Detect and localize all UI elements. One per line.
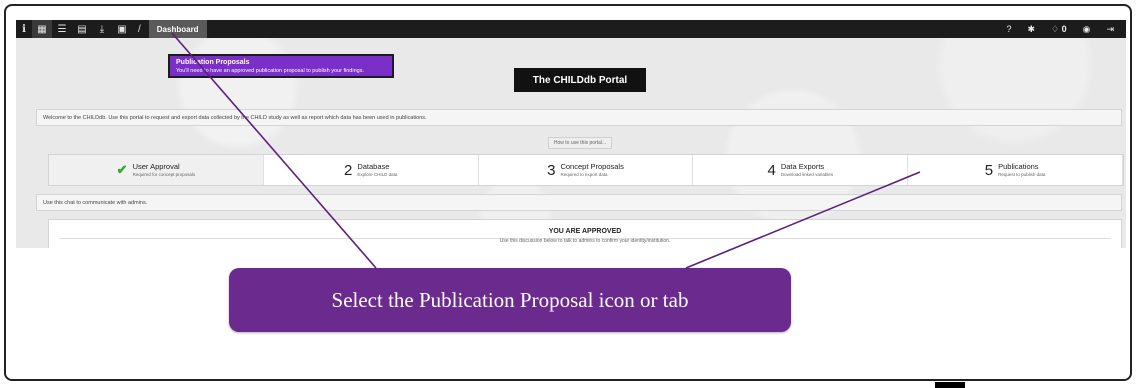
edge-artifact (935, 382, 965, 388)
approval-panel: YOU ARE APPROVED Use this discussion bel… (48, 219, 1122, 248)
info-icon[interactable]: i (16, 20, 32, 38)
step-title: Database (357, 162, 390, 171)
step-number: 4 (767, 161, 776, 179)
welcome-message: Welcome to the CHILDdb. Use this portal … (36, 109, 1122, 126)
step-number: 3 (547, 161, 556, 179)
publication-proposals-tooltip: Publication Proposals You'll need to hav… (168, 54, 394, 78)
step-data-exports[interactable]: 4 Data Exports Download linked variables (693, 155, 909, 185)
user-account-icon[interactable]: ◉ (1077, 24, 1097, 35)
instruction-callout: Select the Publication Proposal icon or … (229, 268, 791, 332)
notifications-bell-icon[interactable]: ♢ 0 (1045, 24, 1073, 35)
step-number: 2 (344, 161, 353, 179)
tooltip-title: Publication Proposals (176, 59, 250, 66)
step-title: Publications (998, 162, 1039, 171)
checkmark-icon: ✔ (116, 162, 128, 177)
notifications-count: 0 (1061, 23, 1067, 34)
step-number: 5 (984, 161, 994, 179)
step-subtitle: Required to export data (560, 172, 608, 177)
step-title: Concept Proposals (560, 162, 624, 171)
bug-icon[interactable]: ✱ (1021, 24, 1041, 35)
portal-app: i ▦ ☰ ▤ ⤓ ▣ / Dashboard ? ✱ ♢ 0 ◉ ⇥ Publ… (16, 20, 1126, 248)
database-icon[interactable]: ☰ (52, 20, 72, 38)
step-publications[interactable]: 5 Publications Request to publish data (908, 155, 1123, 185)
breadcrumb-separator: / (138, 23, 141, 35)
step-title: User Approval (132, 162, 180, 171)
chat-instruction: Use this chat to communicate with admins… (36, 194, 1122, 211)
approval-subtext: Use this discussion below to talk to adm… (499, 238, 671, 244)
portal-title: The CHILDdb Portal (514, 68, 646, 92)
tooltip-text: You'll need to have an approved publicat… (176, 68, 364, 74)
step-subtitle: Required for concept proposals (132, 172, 196, 177)
top-nav-bar: i ▦ ☰ ▤ ⤓ ▣ / Dashboard ? ✱ ♢ 0 ◉ ⇥ (16, 20, 1126, 38)
step-concept-proposals[interactable]: 3 Concept Proposals Required to export d… (479, 155, 694, 185)
help-icon[interactable]: ? (1000, 24, 1017, 34)
document-icon[interactable]: ▤ (72, 20, 92, 38)
publication-proposal-icon[interactable]: ▣ (112, 20, 132, 38)
step-subtitle: Explore CHILD data (357, 172, 398, 177)
how-to-use-button[interactable]: How to use this portal... (548, 137, 612, 149)
screenshot-frame: i ▦ ☰ ▤ ⤓ ▣ / Dashboard ? ✱ ♢ 0 ◉ ⇥ Publ… (4, 4, 1132, 381)
step-subtitle: Download linked variables (780, 172, 834, 177)
step-subtitle: Request to publish data (998, 172, 1046, 177)
step-title: Data Exports (780, 162, 825, 171)
approval-heading: YOU ARE APPROVED (542, 228, 628, 235)
download-icon[interactable]: ⤓ (92, 20, 112, 38)
workflow-steps: ✔ User Approval Required for concept pro… (48, 154, 1124, 186)
breadcrumb-dashboard[interactable]: Dashboard (148, 20, 207, 38)
step-user-approval[interactable]: ✔ User Approval Required for concept pro… (49, 155, 264, 185)
logout-icon[interactable]: ⇥ (1100, 24, 1120, 35)
topbar-right-tools: ? ✱ ♢ 0 ◉ ⇥ (1000, 24, 1126, 35)
step-database[interactable]: 2 Database Explore CHILD data (264, 155, 479, 185)
dashboard-grid-icon[interactable]: ▦ (32, 20, 52, 38)
approval-heading-wrap: YOU ARE APPROVED (49, 228, 1121, 235)
